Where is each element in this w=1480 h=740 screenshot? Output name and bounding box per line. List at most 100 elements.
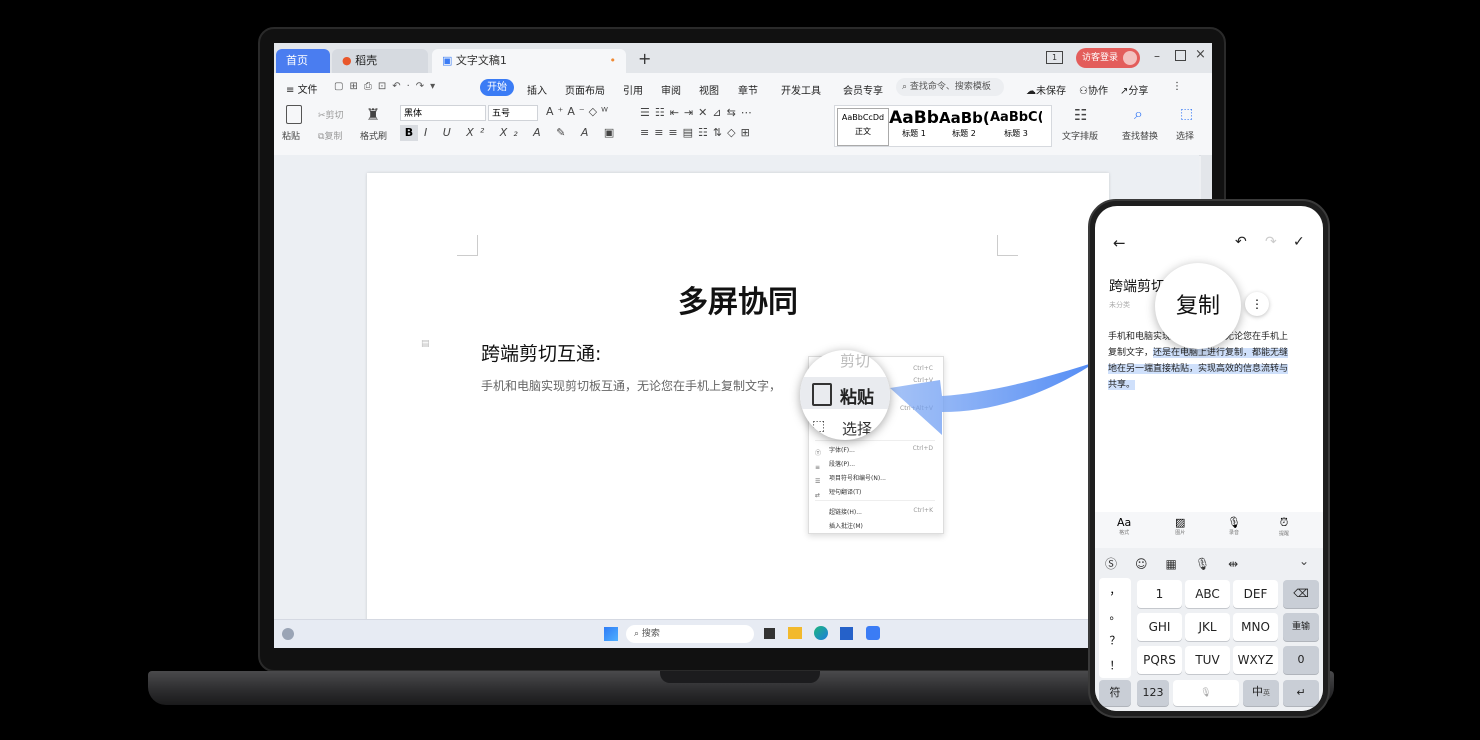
select-icon[interactable]: ⬚ [1180,106,1193,122]
delete-key[interactable]: ⌫ [1283,580,1319,608]
language-key[interactable]: 中英 [1243,680,1279,706]
font-select[interactable]: 黑体 [400,105,486,121]
zero-key[interactable]: 0 [1283,646,1319,674]
punct-comma[interactable]: ， [1099,578,1131,603]
edge-icon[interactable] [814,626,828,640]
menu-start[interactable]: 开始 [480,79,514,96]
menu-chapter[interactable]: 章节 [738,82,758,97]
punctuation-column[interactable]: ， 。 ？ ！ [1099,578,1131,678]
key-jkl[interactable]: JKL [1185,613,1230,641]
quick-access-icons[interactable]: ▢⊞⎙⊡↶·↷▾ [334,81,441,92]
tab-home[interactable]: 首页 [276,49,330,73]
task-view-icon[interactable] [764,628,775,639]
file-menu[interactable]: ≡ 文件 [286,81,318,96]
paste-button[interactable] [286,105,304,125]
new-tab-button[interactable]: + [638,49,651,68]
menu-member[interactable]: 会员专享 [843,82,883,97]
enter-key[interactable]: ↵ [1283,680,1319,706]
file-explorer-icon[interactable] [788,627,802,639]
select-label[interactable]: 选择 [1176,129,1194,142]
more-icon[interactable]: ⋮ [1172,81,1182,92]
store-icon[interactable] [840,627,853,640]
paste-label[interactable]: 粘贴 [282,129,300,142]
key-def[interactable]: DEF [1233,580,1278,608]
bold-button[interactable]: B [400,125,418,141]
tab-document[interactable]: ▣ 文字文稿1 • [432,49,626,73]
login-button[interactable]: 访客登录 [1076,48,1140,68]
check-icon[interactable]: ✓ [1293,234,1305,250]
redo-icon[interactable]: ↷ [1265,234,1277,250]
zoom-paste-label[interactable]: 粘贴 [840,383,874,408]
unsaved-status[interactable]: ☁未保存 [1026,82,1066,97]
more-options-icon[interactable]: ⋮ [1245,292,1269,316]
space-key[interactable]: 🎙︎ [1173,680,1239,706]
font-size-tools[interactable]: A⁺A⁻◇ᵂ [546,105,612,118]
record-tool[interactable]: 🎙︎ 录音 [1227,516,1241,536]
style-heading-3[interactable]: AaBbC( 标题 3 [990,108,1042,139]
menu-view[interactable]: 视图 [699,82,719,97]
align-tools[interactable]: ≡≡≡▤☷⇅◇⊞ [640,126,755,139]
back-arrow-icon[interactable]: ← [1113,234,1126,252]
find-replace-label[interactable]: 查找替换 [1122,129,1158,142]
key-wxyz[interactable]: WXYZ [1233,646,1278,674]
ctx-hyperlink[interactable]: 超链接(H)... [829,507,862,516]
page-indicator[interactable]: 1 [1046,51,1063,64]
key-pqrs[interactable]: PQRS [1137,646,1182,674]
command-search[interactable]: ⌕ 查找命令、搜索模板 [896,78,1004,96]
ctx-bullets[interactable]: 项目符号和编号(N)... [829,473,886,482]
keyboard-toolbar-icons[interactable]: Ⓢ☺▦🎙︎⇹ [1105,555,1256,572]
widgets-icon[interactable] [282,628,294,640]
punct-question[interactable]: ？ [1099,628,1131,653]
number-key[interactable]: 123 [1137,680,1169,706]
punct-period[interactable]: 。 [1099,603,1131,628]
key-tuv[interactable]: TUV [1185,646,1230,674]
style-normal[interactable]: AaBbCcDd 正文 [837,108,889,146]
text-layout-label[interactable]: 文字排版 [1062,129,1098,142]
ctx-translate[interactable]: 短句翻译(T) [829,487,861,496]
menu-page-layout[interactable]: 页面布局 [565,82,605,97]
menu-developer[interactable]: 开发工具 [781,82,821,97]
text-format-tools[interactable]: I U X² X₂ A ✎ A ▣ [424,126,620,139]
share-button[interactable]: ↗分享 [1120,82,1148,97]
maximize-icon[interactable] [1175,50,1186,61]
menu-reference[interactable]: 引用 [623,82,643,97]
key-ghi[interactable]: GHI [1137,613,1182,641]
list-tools[interactable]: ☰☷⇤⇥✕⊿⇆⋯ [640,106,757,119]
font-size-select[interactable]: 五号 [488,105,538,121]
menu-review[interactable]: 审阅 [661,82,681,97]
format-tool[interactable]: Aa 格式 [1117,516,1131,536]
punct-exclaim[interactable]: ！ [1099,653,1131,678]
tab-daoke[interactable]: ● 稻壳 [332,49,428,73]
ctx-font[interactable]: 字体(F)... [829,445,855,454]
key-abc[interactable]: ABC [1185,580,1230,608]
reminder-tool[interactable]: ⏰︎ 提醒 [1279,516,1289,537]
style-heading-2[interactable]: AaBb( 标题 2 [939,108,989,139]
style-heading-1-preview: AaBb [889,108,939,128]
format-painter-icon[interactable]: ♜ [366,105,380,124]
symbol-key[interactable]: 符 [1099,680,1131,706]
find-replace-icon[interactable]: ⌕ [1134,104,1143,124]
copy-action[interactable]: 复制 [1155,288,1241,320]
style-heading-1[interactable]: AaBb 标题 1 [889,108,939,139]
text-layout-icon[interactable]: ☷ [1074,106,1087,124]
copy-button[interactable]: ⧉复制 [318,129,342,142]
key-1[interactable]: 1 [1137,580,1182,608]
taskbar-search[interactable]: ⌕ 搜索 [626,625,754,643]
cut-button[interactable]: ✂剪切 [318,108,344,121]
image-tool[interactable]: ▨ 图片 [1175,516,1185,536]
minimize-icon[interactable]: – [1154,49,1160,63]
reenter-key[interactable]: 重输 [1283,613,1319,641]
ctx-paragraph[interactable]: 段落(P)... [829,459,855,468]
collab-button[interactable]: ⚇协作 [1079,82,1108,97]
collapse-keyboard-icon[interactable]: ⌄ [1299,554,1309,568]
windows-start-icon[interactable] [604,627,618,641]
share-label: 分享 [1128,86,1149,97]
search-icon: ⌕ [902,82,908,92]
ctx-comment[interactable]: 插入批注(M) [829,521,863,530]
wps-icon[interactable] [866,626,880,640]
undo-icon[interactable]: ↶ [1235,234,1247,250]
menu-insert[interactable]: 插入 [527,82,547,97]
format-painter-label[interactable]: 格式刷 [360,129,387,142]
close-icon[interactable]: × [1195,47,1206,62]
key-mno[interactable]: MNO [1233,613,1278,641]
